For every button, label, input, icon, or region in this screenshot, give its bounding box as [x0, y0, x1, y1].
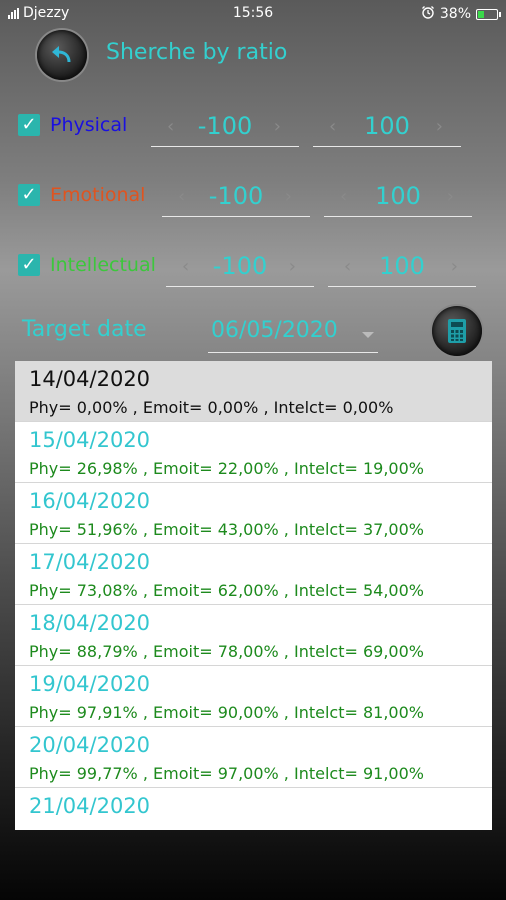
increment-icon[interactable]: › — [447, 186, 454, 207]
list-item[interactable]: 17/04/2020 Phy= 73,08% , Emoit= 62,00% ,… — [15, 544, 492, 605]
result-date: 18/04/2020 — [29, 611, 151, 635]
chevron-down-icon — [362, 332, 374, 338]
target-date-value: 06/05/2020 — [211, 318, 338, 343]
target-date-label: Target date — [22, 317, 147, 342]
back-button[interactable] — [37, 30, 87, 80]
increment-icon[interactable]: › — [451, 256, 458, 277]
result-date: 16/04/2020 — [29, 489, 151, 513]
calculate-button[interactable] — [432, 306, 482, 356]
physical-checkbox[interactable]: ✓ — [18, 114, 40, 136]
list-item[interactable]: 16/04/2020 Phy= 51,96% , Emoit= 43,00% ,… — [15, 483, 492, 544]
emotional-checkbox[interactable]: ✓ — [18, 184, 40, 206]
result-date: 15/04/2020 — [29, 428, 151, 452]
result-values: Phy= 0,00% , Emoit= 0,00% , Intelct= 0,0… — [29, 398, 394, 417]
result-date: 20/04/2020 — [29, 733, 151, 757]
intellectual-label: Intellectual — [50, 254, 156, 276]
result-values: Phy= 99,77% , Emoit= 97,00% , Intelct= 9… — [29, 764, 424, 783]
physical-max-stepper[interactable]: ‹ 100 › — [313, 110, 461, 147]
increment-icon[interactable]: › — [289, 256, 296, 277]
target-date-field[interactable]: 06/05/2020 — [208, 312, 378, 353]
emotional-max-stepper[interactable]: ‹ 100 › — [324, 180, 472, 217]
results-list[interactable]: 14/04/2020 Phy= 0,00% , Emoit= 0,00% , I… — [15, 361, 492, 830]
battery-fill — [478, 10, 485, 18]
emotional-label: Emotional — [50, 184, 146, 206]
increment-icon[interactable]: › — [436, 116, 443, 137]
filter-row-emotional: ✓ Emotional ‹ -100 › ‹ 100 › — [0, 170, 506, 220]
list-item[interactable]: 21/04/2020 — [15, 788, 492, 830]
calculator-icon — [448, 319, 466, 343]
result-date: 19/04/2020 — [29, 672, 151, 696]
status-bar: Djezzy 15:56 38% — [0, 0, 506, 28]
result-values: Phy= 73,08% , Emoit= 62,00% , Intelct= 5… — [29, 581, 424, 600]
filter-row-physical: ✓ Physical ‹ -100 › ‹ 100 › — [0, 100, 506, 150]
list-item[interactable]: 15/04/2020 Phy= 26,98% , Emoit= 22,00% ,… — [15, 422, 492, 483]
list-item[interactable]: 19/04/2020 Phy= 97,91% , Emoit= 90,00% ,… — [15, 666, 492, 727]
result-values: Phy= 26,98% , Emoit= 22,00% , Intelct= 1… — [29, 459, 424, 478]
list-item[interactable]: 20/04/2020 Phy= 99,77% , Emoit= 97,00% ,… — [15, 727, 492, 788]
back-arrow-icon — [52, 46, 71, 63]
intellectual-max-stepper[interactable]: ‹ 100 › — [328, 250, 476, 287]
result-date: 14/04/2020 — [29, 367, 151, 391]
list-item[interactable]: 18/04/2020 Phy= 88,79% , Emoit= 78,00% ,… — [15, 605, 492, 666]
increment-icon[interactable]: › — [274, 116, 281, 137]
result-values: Phy= 88,79% , Emoit= 78,00% , Intelct= 6… — [29, 642, 424, 661]
status-right: 38% — [421, 5, 501, 23]
page-title: Sherche by ratio — [106, 40, 288, 65]
battery-percent: 38% — [439, 6, 471, 22]
alarm-icon — [421, 5, 435, 23]
result-date: 17/04/2020 — [29, 550, 151, 574]
battery-icon — [476, 8, 501, 20]
increment-icon[interactable]: › — [285, 186, 292, 207]
result-values: Phy= 51,96% , Emoit= 43,00% , Intelct= 3… — [29, 520, 424, 539]
filter-row-intellectual: ✓ Intellectual ‹ -100 › ‹ 100 › — [0, 240, 506, 290]
physical-min-stepper[interactable]: ‹ -100 › — [151, 110, 299, 147]
intellectual-checkbox[interactable]: ✓ — [18, 254, 40, 276]
result-date: 21/04/2020 — [29, 794, 151, 818]
list-item[interactable]: 14/04/2020 Phy= 0,00% , Emoit= 0,00% , I… — [15, 361, 492, 422]
intellectual-min-stepper[interactable]: ‹ -100 › — [166, 250, 314, 287]
result-values: Phy= 97,91% , Emoit= 90,00% , Intelct= 8… — [29, 703, 424, 722]
physical-label: Physical — [50, 114, 128, 136]
emotional-min-stepper[interactable]: ‹ -100 › — [162, 180, 310, 217]
